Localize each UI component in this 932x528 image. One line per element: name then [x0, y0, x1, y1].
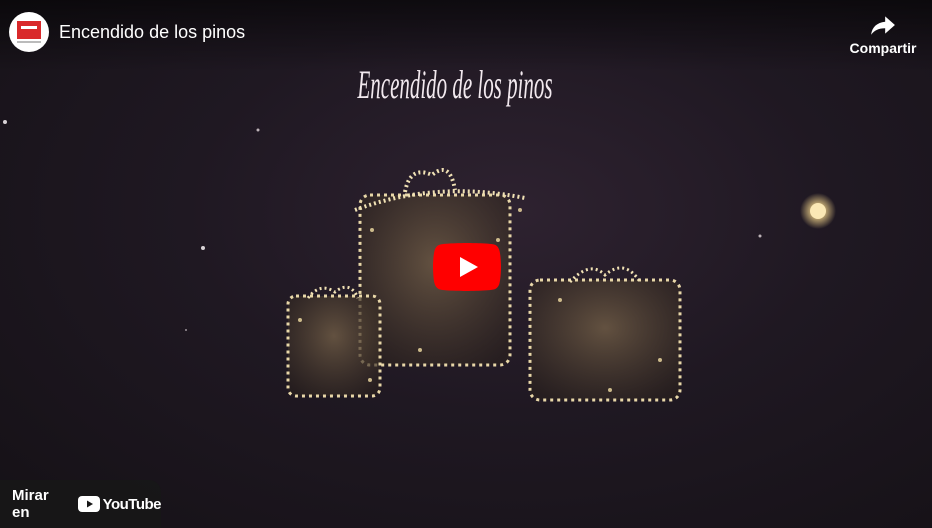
share-button[interactable]: Compartir — [848, 14, 918, 56]
youtube-logo: YouTube — [77, 495, 162, 513]
watch-on-label: Mirar en — [12, 487, 49, 521]
share-label: Compartir — [849, 40, 917, 56]
gift-box-left — [286, 285, 382, 398]
youtube-logo-icon — [77, 496, 100, 512]
video-title[interactable]: Encendido de los pinos — [59, 22, 245, 42]
top-bar: Encendido de los pinos Compartir — [0, 0, 932, 72]
video-player[interactable]: Encendido de los pinos Encendido de los … — [0, 0, 932, 528]
gift-box-right — [528, 266, 682, 402]
watch-on-youtube-button[interactable]: Mirar en YouTube — [0, 480, 162, 528]
share-arrow-icon — [871, 16, 895, 35]
play-button[interactable] — [433, 243, 501, 291]
youtube-wordmark: YouTube — [102, 495, 162, 513]
channel-logo-icon[interactable] — [9, 12, 49, 52]
